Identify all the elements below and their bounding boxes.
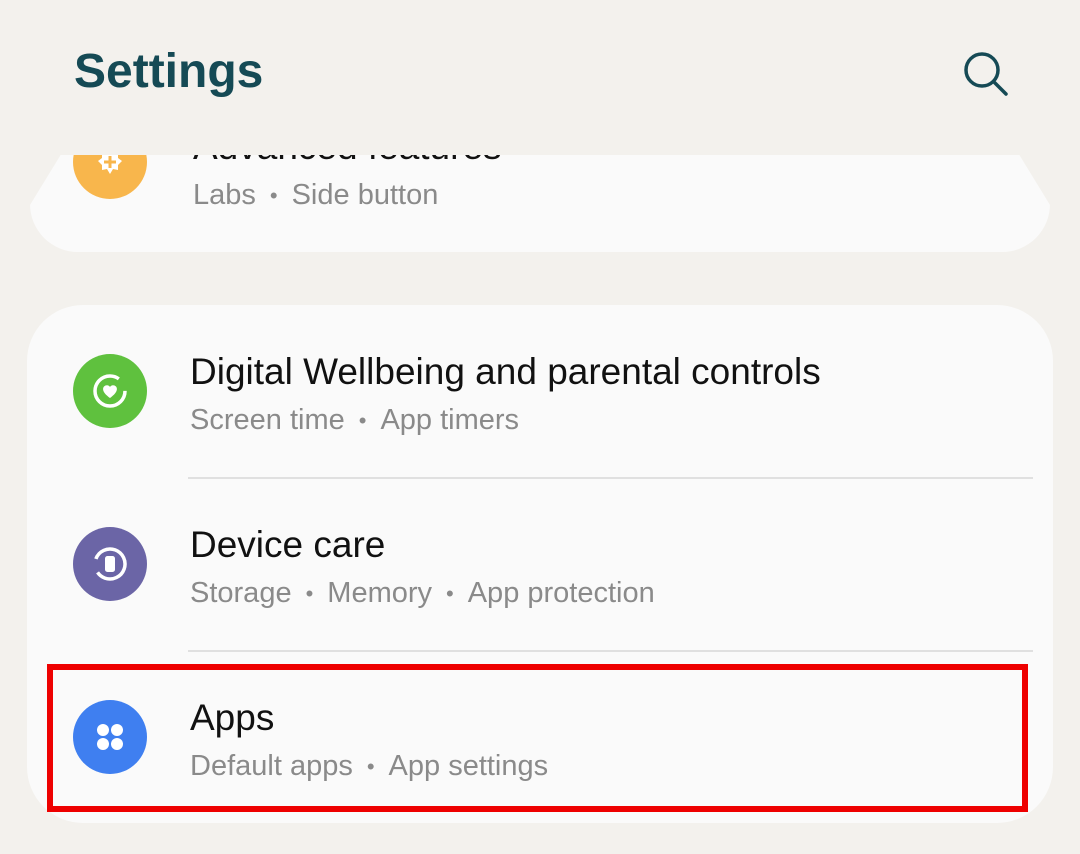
- search-button[interactable]: [954, 42, 1018, 106]
- separator-dot: •: [269, 183, 278, 209]
- advanced-features-subtitle: Labs • Side button: [193, 177, 438, 214]
- separator-dot: •: [446, 581, 454, 607]
- separator-dot: •: [358, 408, 367, 434]
- subtitle-part: App protection: [467, 577, 655, 609]
- separator-dot: •: [305, 581, 314, 607]
- settings-item-digital-wellbeing[interactable]: Digital Wellbeing and parental controls …: [27, 305, 1053, 478]
- subtitle-part: Screen time: [190, 404, 345, 436]
- settings-item-advanced-features[interactable]: Advanced features Labs • Side button: [30, 155, 1050, 252]
- search-icon: [964, 52, 1008, 96]
- advanced-features-title: Advanced features: [193, 155, 502, 169]
- advanced-features-icon: [73, 155, 147, 199]
- subtitle-part: Storage: [190, 577, 292, 609]
- settings-card-top: Advanced features Labs • Side button: [30, 155, 1050, 252]
- digital-wellbeing-icon: [73, 354, 147, 428]
- device-care-title: Device care: [190, 524, 386, 565]
- settings-item-device-care[interactable]: Device care Storage • Memory • App protectio…: [27, 479, 1053, 652]
- subtitle-part: App timers: [380, 404, 520, 436]
- page-title: Settings: [74, 45, 264, 98]
- device-care-subtitle: Storage • Memory • App protection: [190, 575, 655, 612]
- digital-wellbeing-subtitle: Screen time • App timers: [190, 402, 519, 439]
- header: Settings: [0, 0, 1080, 150]
- subtitle-part: Memory: [327, 577, 433, 609]
- subtitle-part: Side button: [291, 179, 439, 211]
- device-care-icon: [73, 527, 147, 601]
- digital-wellbeing-title: Digital Wellbeing and parental controls: [190, 351, 821, 392]
- highlight-box: [47, 664, 1028, 812]
- subtitle-part: Labs: [193, 179, 256, 211]
